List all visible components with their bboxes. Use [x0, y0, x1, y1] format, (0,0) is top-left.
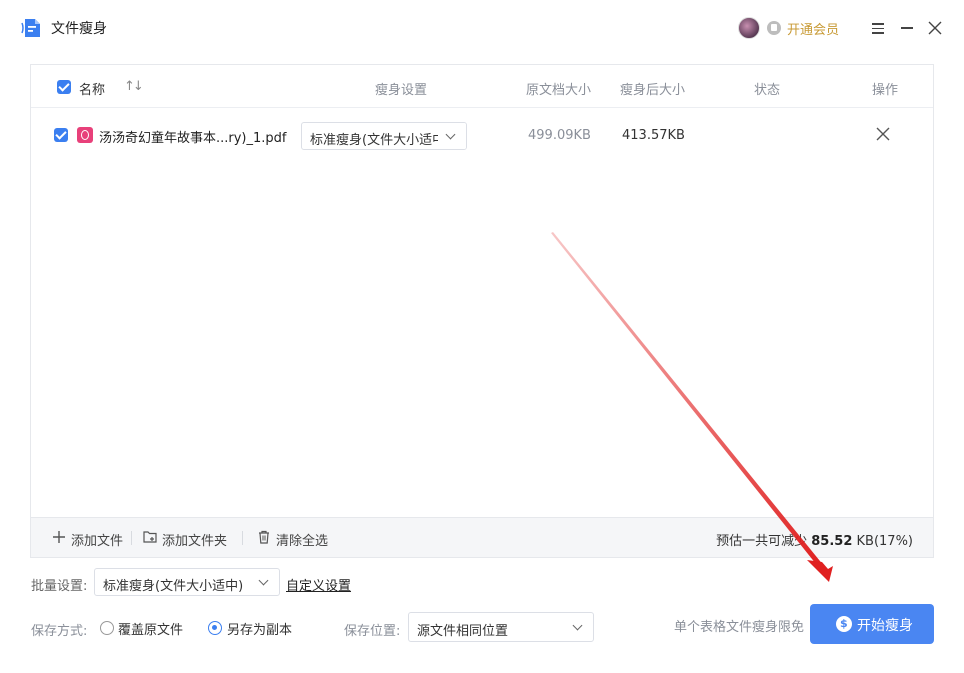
user-avatar[interactable]	[738, 17, 760, 39]
batch-mode-select[interactable]: 标准瘦身(文件大小适中)	[94, 568, 280, 596]
estimate-text: 预估一共可减少 85.52 KB(17%)	[716, 534, 913, 549]
save-copy-radio[interactable]	[208, 621, 222, 635]
save-copy-label[interactable]: 另存为副本	[227, 619, 292, 638]
divider	[131, 531, 132, 545]
close-window-icon[interactable]	[928, 20, 942, 36]
chevron-down-icon	[258, 575, 269, 586]
batch-settings-label: 批量设置:	[31, 579, 88, 594]
start-slim-button[interactable]: 开始瘦身	[810, 604, 934, 644]
app-title: 文件瘦身	[51, 21, 107, 37]
row-checkbox[interactable]	[54, 128, 68, 142]
batch-mode-value: 标准瘦身(文件大小适中)	[103, 579, 244, 594]
vip-icon[interactable]	[767, 21, 781, 35]
vip-link[interactable]: 开通会员	[787, 19, 839, 38]
pdf-file-icon	[77, 127, 93, 143]
overwrite-radio[interactable]	[100, 621, 114, 635]
header-slim-settings: 瘦身设置	[375, 83, 428, 98]
minimize-icon[interactable]	[901, 20, 914, 36]
overwrite-label[interactable]: 覆盖原文件	[118, 619, 183, 638]
plus-icon	[53, 531, 65, 543]
title-bar: 文件瘦身 开通会员	[0, 0, 964, 56]
coin-icon	[836, 616, 852, 632]
header-status: 状态	[754, 83, 781, 98]
table-footer: 添加文件 添加文件夹 清除全选 预估一共可减少 85.52 KB(17%)	[31, 517, 933, 557]
slim-mode-select[interactable]: 标准瘦身(文件大小适中)	[301, 122, 467, 150]
table-row: 汤汤奇幻童年故事本...ry)_1.pdf 标准瘦身(文件大小适中) 499.0…	[31, 109, 933, 161]
header-name: 名称	[79, 83, 106, 98]
save-location-select[interactable]: 源文件相同位置	[408, 612, 594, 642]
custom-settings-link[interactable]: 自定义设置	[286, 575, 351, 594]
header-original-size: 原文档大小	[526, 83, 592, 98]
save-method-label: 保存方式:	[31, 624, 88, 639]
save-location-value: 源文件相同位置	[417, 624, 509, 639]
trash-icon	[259, 530, 269, 544]
remove-file-icon[interactable]	[875, 126, 891, 142]
add-folder-icon	[143, 531, 157, 543]
header-actions: 操作	[872, 83, 899, 98]
limit-note: 单个表格文件瘦身限免	[674, 620, 805, 635]
menu-icon[interactable]	[872, 20, 885, 36]
header-slimmed-size: 瘦身后大小	[620, 83, 686, 98]
file-name: 汤汤奇幻童年故事本...ry)_1.pdf	[99, 131, 287, 146]
slimmed-size: 413.57KB	[622, 128, 685, 143]
file-table: 名称 ↑↓ 瘦身设置 原文档大小 瘦身后大小 状态 操作 汤汤奇幻童年故事本..…	[30, 64, 934, 558]
sort-icon[interactable]: ↑↓	[124, 79, 144, 94]
slim-mode-value: 标准瘦身(文件大小适中)	[310, 133, 451, 148]
estimate-value: 85.52	[811, 534, 853, 549]
save-location-label: 保存位置:	[344, 624, 401, 639]
select-all-checkbox[interactable]	[57, 80, 71, 94]
original-size: 499.09KB	[528, 128, 591, 143]
divider	[242, 531, 243, 545]
table-header: 名称 ↑↓ 瘦身设置 原文档大小 瘦身后大小 状态 操作	[31, 65, 933, 108]
chevron-down-icon	[572, 620, 583, 631]
app-logo-icon	[21, 19, 40, 37]
